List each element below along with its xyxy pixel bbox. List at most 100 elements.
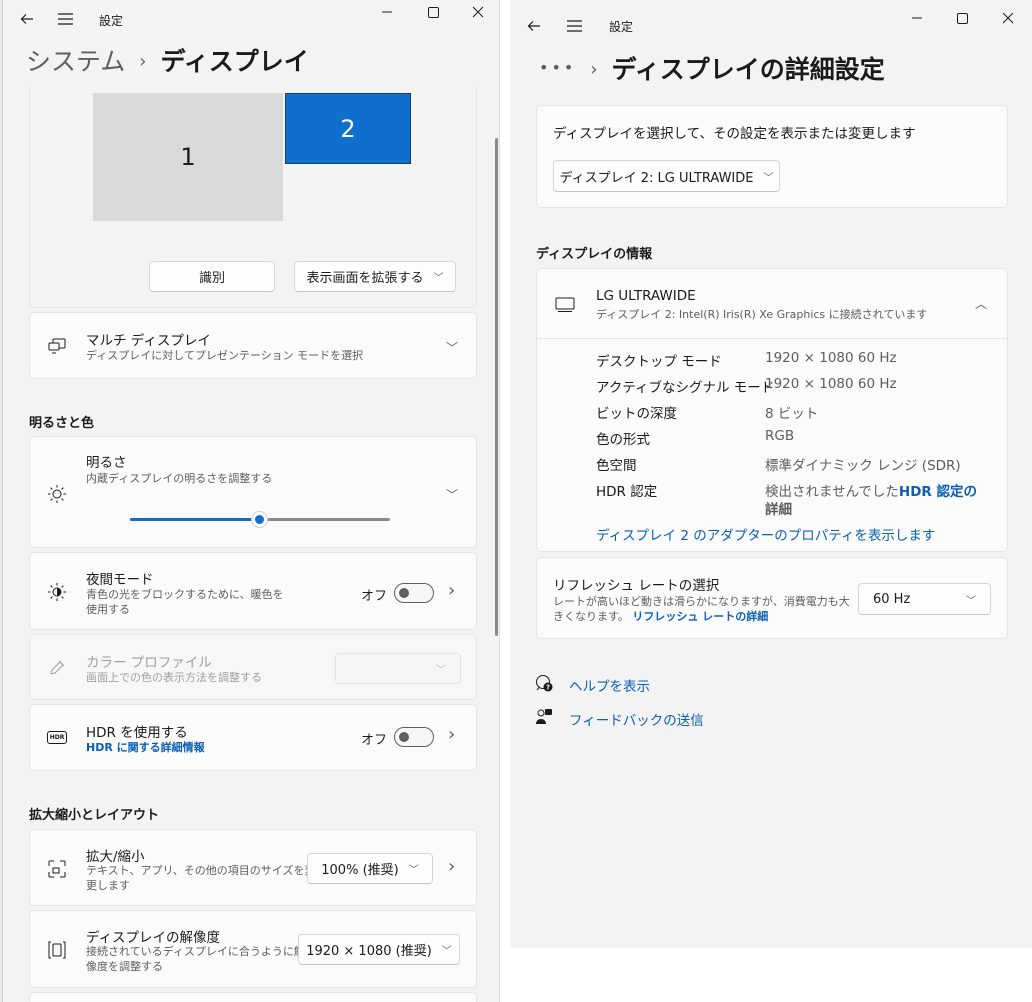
- feedback-link[interactable]: フィードバックの送信: [569, 709, 704, 729]
- page-title: ディスプレイの詳細設定: [611, 55, 885, 84]
- identify-button[interactable]: 識別: [149, 261, 275, 292]
- minimize-icon[interactable]: [377, 2, 397, 22]
- info-value: 標準ダイナミック レンジ (SDR): [765, 458, 961, 474]
- hdr-title: HDR を使用する: [86, 725, 188, 741]
- info-key: HDR 認定: [596, 484, 658, 500]
- multi-display-desc: ディスプレイに対してプレゼンテーション モードを選択: [86, 349, 364, 362]
- color-profile-select: ﹀: [335, 653, 461, 684]
- monitor-2-label: 2: [340, 114, 356, 143]
- section-display-info: ディスプレイの情報: [536, 247, 653, 262]
- monitor-2-tile[interactable]: 2: [285, 93, 411, 164]
- resolution-title: ディスプレイの解像度: [86, 930, 221, 946]
- eyedropper-icon: [50, 660, 65, 675]
- breadcrumb-parent[interactable]: システム: [26, 47, 125, 76]
- scale-select[interactable]: 100% (推奨) ﹀: [307, 853, 433, 884]
- multi-display-card[interactable]: マルチ ディスプレイ ディスプレイに対してプレゼンテーション モードを選択 ﹀: [29, 312, 477, 379]
- brightness-slider-fill: [130, 518, 260, 521]
- hdr-state: オフ: [361, 733, 388, 748]
- brightness-title: 明るさ: [86, 455, 127, 471]
- monitor-1-tile[interactable]: 1: [93, 93, 283, 221]
- next-card-partial: [29, 992, 477, 1002]
- info-value: 1920 × 1080 60 Hz: [765, 350, 897, 366]
- resolution-select[interactable]: 1920 × 1080 (推奨) ﹀: [298, 934, 460, 965]
- info-key: 色空間: [596, 458, 637, 474]
- info-key: デスクトップ モード: [596, 354, 722, 370]
- color-profile-title: カラー プロファイル: [86, 655, 212, 671]
- extend-display-select[interactable]: 表示画面を拡張する ﹀: [294, 261, 456, 292]
- resolution-desc-line1: 接続されているディスプレイに合うように解: [86, 945, 305, 958]
- maximize-icon[interactable]: [952, 8, 972, 28]
- refresh-rate-desc-line2: きくなります。 リフレッシュ レートの詳細: [553, 610, 769, 623]
- info-value: 検出されませんでしたHDR 認定の: [765, 484, 978, 500]
- night-mode-card[interactable]: 夜間モード 青色の光をブロックするために、暖色を 使用する オフ ›: [29, 552, 477, 630]
- scale-title: 拡大/縮小: [86, 849, 145, 865]
- night-mode-toggle[interactable]: [394, 583, 434, 603]
- back-arrow-icon[interactable]: [524, 16, 544, 36]
- monitor-1-label: 1: [180, 143, 196, 171]
- multi-display-icon: [48, 338, 66, 354]
- scale-card[interactable]: 拡大/縮小 テキスト、アプリ、その他の項目のサイズを変 更します 100% (推…: [29, 829, 477, 906]
- adapter-properties-link[interactable]: ディスプレイ 2 のアダプターのプロパティを表示します: [596, 524, 935, 544]
- brightness-desc: 内蔵ディスプレイの明るさを調整する: [86, 472, 273, 485]
- hamburger-menu-icon[interactable]: [55, 9, 75, 29]
- brightness-slider[interactable]: [130, 511, 390, 528]
- hdr-card[interactable]: HDR HDR を使用する HDR に関する詳細情報 オフ ›: [29, 704, 477, 771]
- night-mode-state: オフ: [361, 589, 388, 604]
- scale-icon: [48, 860, 66, 878]
- hdr-learn-more-link[interactable]: HDR に関する詳細情報: [86, 740, 205, 755]
- display-info-header[interactable]: LG ULTRAWIDE ディスプレイ 2: Intel(R) Iris(R) …: [537, 269, 1007, 339]
- scale-desc-line2: 更します: [86, 879, 130, 892]
- svg-text:?: ?: [546, 684, 550, 692]
- breadcrumb-more-icon[interactable]: •••: [539, 58, 576, 77]
- info-value: 1920 × 1080 60 Hz: [765, 376, 897, 392]
- brightness-card[interactable]: 明るさ 内蔵ディスプレイの明るさを調整する ﹀: [29, 436, 477, 548]
- refresh-rate-learn-more-link[interactable]: リフレッシュ レートの詳細: [632, 610, 768, 623]
- breadcrumb-separator-icon: ›: [139, 51, 147, 72]
- refresh-rate-select[interactable]: 60 Hz ﹀: [858, 583, 991, 615]
- select-display-card: ディスプレイを選択して、その設定を表示または変更します ディスプレイ 2: LG…: [536, 105, 1008, 208]
- hdr-certification-link[interactable]: HDR 認定の: [899, 484, 977, 500]
- chevron-down-icon: ﹀: [446, 341, 459, 355]
- minimize-icon[interactable]: [907, 8, 927, 28]
- night-mode-desc-line1: 青色の光をブロックするために、暖色を: [86, 588, 284, 601]
- night-mode-title: 夜間モード: [86, 572, 154, 588]
- display-select[interactable]: ディスプレイ 2: LG ULTRAWIDE ﹀: [553, 160, 780, 192]
- resolution-icon: [48, 941, 66, 959]
- close-icon[interactable]: [468, 2, 488, 22]
- refresh-rate-card: リフレッシュ レートの選択 レートが高いほど動きは滑らかになりますが、消費電力も…: [536, 557, 1008, 639]
- display-connection: ディスプレイ 2: Intel(R) Iris(R) Xe Graphics に…: [596, 308, 928, 321]
- chevron-right-icon: ›: [448, 580, 456, 601]
- close-icon[interactable]: [998, 8, 1018, 28]
- settings-window-advanced-display: 設定 ••• › ディスプレイの詳細設定 ディスプレイを選択して、その設定を表示また…: [510, 0, 1032, 948]
- info-key: アクティブなシグナル モード: [596, 380, 775, 396]
- display-name: LG ULTRAWIDE: [596, 288, 696, 304]
- window-title: 設定: [609, 20, 634, 34]
- scale-desc-line1: テキスト、アプリ、その他の項目のサイズを変: [86, 864, 316, 877]
- hdr-toggle[interactable]: [394, 727, 434, 747]
- chevron-down-icon: ﹀: [966, 595, 976, 607]
- display-info-card: LG ULTRAWIDE ディスプレイ 2: Intel(R) Iris(R) …: [536, 268, 1008, 552]
- settings-window-display: 設定 システム › ディスプレイ 1 2 識別 表示画面を拡張する ﹀ マルチ ディス…: [3, 0, 500, 1002]
- breadcrumb: システム › ディスプレイ: [26, 42, 309, 78]
- resolution-card[interactable]: ディスプレイの解像度 接続されているディスプレイに合うように解 像度を調整する …: [29, 910, 477, 988]
- breadcrumb-separator-icon: ›: [590, 59, 598, 80]
- maximize-icon[interactable]: [423, 2, 443, 22]
- chevron-right-icon: ›: [448, 724, 456, 745]
- refresh-rate-desc-line1: レートが高いほど動きは滑らかになりますが、消費電力も大: [553, 595, 850, 608]
- help-link[interactable]: ヘルプを表示: [569, 675, 650, 695]
- info-key: 色の形式: [596, 432, 650, 448]
- info-value: 8 ビット: [765, 406, 819, 422]
- brightness-slider-thumb[interactable]: [251, 511, 268, 528]
- hamburger-menu-icon[interactable]: [564, 16, 584, 36]
- help-chat-icon: ?: [536, 675, 553, 692]
- chevron-right-icon: ›: [448, 856, 456, 877]
- scrollbar-thumb[interactable]: [495, 138, 498, 636]
- night-mode-desc-line2: 使用する: [86, 603, 130, 616]
- hdr-certification-link-cont[interactable]: 詳細: [765, 498, 792, 518]
- monitor-arrangement-panel: 1 2 識別 表示画面を拡張する ﹀: [29, 86, 477, 308]
- chevron-up-icon: ﹀: [975, 296, 988, 310]
- window-title: 設定: [99, 14, 124, 28]
- back-arrow-icon[interactable]: [17, 9, 37, 29]
- color-profile-card: カラー プロファイル 画面上での色の表示方法を調整する ﹀: [29, 634, 477, 700]
- refresh-rate-title: リフレッシュ レートの選択: [553, 578, 720, 594]
